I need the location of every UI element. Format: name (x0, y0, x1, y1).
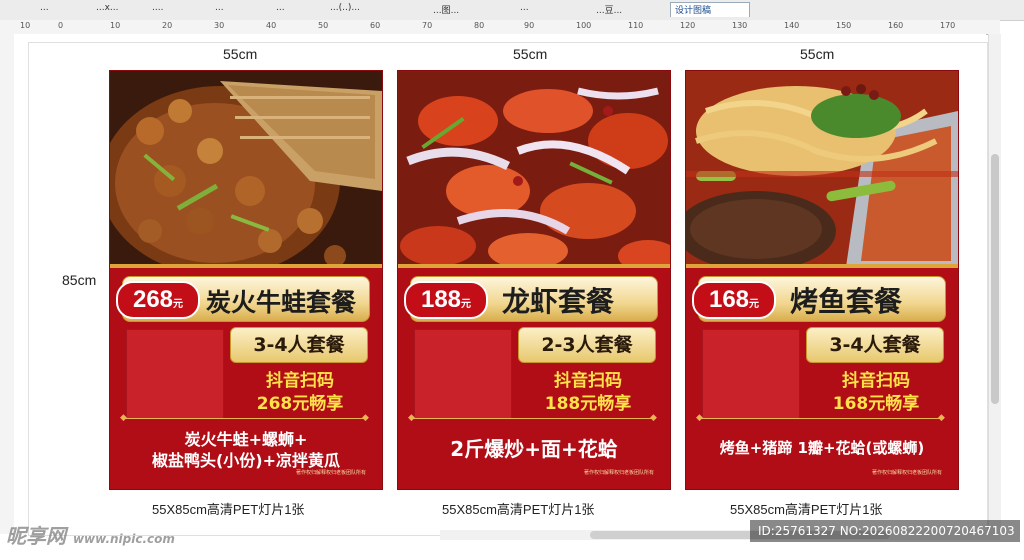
ornament-divider (700, 418, 944, 419)
scan-price-text: 168元畅享 (832, 394, 920, 414)
ruler-number: 100 (576, 21, 592, 30)
poster-caption: 55X85cm高清PET灯片1张 (730, 499, 882, 518)
gold-band (398, 264, 670, 268)
qr-placeholder (414, 329, 512, 419)
scan-text: 抖音扫码 (266, 371, 334, 391)
caption-text: 55X85cm高清PET灯片 (442, 502, 575, 517)
price-unit: 元 (173, 299, 184, 310)
caption-count: 1张 (574, 502, 595, 517)
qr-placeholder (126, 329, 224, 419)
ruler-number: 150 (836, 21, 852, 30)
menu-line: 椒盐鸭头(小份)+凉拌黄瓜 (151, 451, 341, 470)
price-badge: 168元 (692, 281, 776, 319)
document-tab[interactable]: .... (152, 3, 192, 17)
width-dimension-label: 55cm (800, 46, 835, 62)
poster-caption: 55X85cm高清PET灯片1张 (152, 499, 304, 518)
gold-band (110, 264, 382, 268)
menu-line: 烤鱼+猪蹄 1瓣+花蛤(或螺蛳) (719, 439, 925, 457)
ruler-number: 10 (110, 21, 121, 30)
ruler-number: 0 (58, 21, 64, 30)
ruler-number: 120 (680, 21, 696, 30)
ornament-icon: ◆ (650, 413, 657, 423)
document-tab[interactable]: ...豆... (596, 3, 646, 17)
vertical-ruler[interactable] (0, 34, 15, 534)
horizontal-ruler[interactable]: 10 0 10 20 30 40 50 60 70 80 90 100 110 … (0, 20, 1000, 35)
ruler-number: 70 (422, 21, 433, 30)
ruler-number: 50 (318, 21, 329, 30)
document-tab[interactable]: ...图... (433, 3, 473, 17)
caption-text: 55X85cm高清PET灯片 (730, 502, 863, 517)
people-count-pill: 3-4人套餐 (230, 327, 368, 363)
ornament-icon: ◆ (120, 413, 127, 423)
food-photo-crayfish (398, 71, 670, 267)
ornament-divider (124, 418, 368, 419)
qr-placeholder (702, 329, 800, 419)
copyright-note: 著作权归解释权归老板团队所有 (583, 470, 654, 476)
ruler-number: 10 (20, 21, 31, 30)
scan-text: 抖音扫码 (842, 371, 910, 391)
scroll-thumb[interactable] (991, 154, 999, 404)
copyright-note: 著作权归解释权归老板团队所有 (295, 470, 366, 476)
poster-crayfish-set[interactable]: 188元 龙虾套餐 2-3人套餐 抖音扫码 188元畅享 ◆ ◆ 2斤爆炒+面+… (398, 71, 670, 489)
caption-count: 1张 (284, 502, 305, 517)
width-dimension-label: 55cm (223, 46, 258, 62)
document-tab[interactable]: ... (520, 3, 560, 17)
ornament-icon: ◆ (362, 413, 369, 423)
ruler-number: 130 (732, 21, 748, 30)
menu-line: 2斤爆炒+面+花蛤 (450, 437, 618, 461)
caption-count: 1张 (862, 502, 883, 517)
caption-text: 55X85cm高清PET灯片 (152, 502, 285, 517)
document-tab[interactable]: ... (276, 3, 316, 17)
ruler-number: 140 (784, 21, 800, 30)
ruler-number: 40 (266, 21, 277, 30)
poster-grilled-fish-set[interactable]: 168元 烤鱼套餐 3-4人套餐 抖音扫码 168元畅享 ◆ ◆ 烤鱼+猪蹄 1… (686, 71, 958, 489)
ornament-icon: ◆ (938, 413, 945, 423)
price-value: 188 (420, 286, 462, 313)
ruler-number: 90 (524, 21, 535, 30)
scan-price-text: 268元畅享 (256, 394, 344, 414)
watermark-url: www.nipic.com (72, 532, 175, 546)
watermark-id: ID:25761327 NO:20260822200720467103 (750, 520, 1020, 542)
price-unit: 元 (461, 299, 472, 310)
price-value: 268 (132, 286, 174, 313)
scan-price-text: 188元畅享 (544, 394, 632, 414)
set-title: 烤鱼套餐 (790, 285, 903, 318)
vertical-scrollbar[interactable] (988, 34, 1001, 530)
document-tab[interactable]: ... (40, 3, 78, 17)
ruler-number: 170 (940, 21, 956, 30)
scan-text: 抖音扫码 (554, 371, 622, 391)
document-tab-active[interactable]: 设计图稿 (670, 2, 750, 17)
ruler-number: 80 (474, 21, 485, 30)
document-tab[interactable]: ...(..)... (330, 3, 410, 17)
watermark-brand: 昵享网 (6, 524, 66, 548)
watermark-logo: 昵享网 www.nipic.com (6, 520, 175, 549)
ruler-number: 30 (214, 21, 225, 30)
gold-band (686, 264, 958, 268)
ornament-icon: ◆ (408, 413, 415, 423)
set-title: 龙虾套餐 (502, 285, 615, 318)
ruler-number: 20 (162, 21, 173, 30)
width-dimension-label: 55cm (513, 46, 548, 62)
food-photo-frog (110, 71, 382, 267)
height-dimension-label: 85cm (62, 272, 97, 288)
people-count-pill: 3-4人套餐 (806, 327, 944, 363)
document-tab[interactable]: ...x... (96, 3, 136, 17)
ruler-number: 110 (628, 21, 644, 30)
ruler-number: 60 (370, 21, 381, 30)
ornament-icon: ◆ (696, 413, 703, 423)
people-count-pill: 2-3人套餐 (518, 327, 656, 363)
poster-frog-set[interactable]: 268元 炭火牛蛙套餐 3-4人套餐 抖音扫码 268元畅享 ◆ ◆ 炭火牛蛙+… (110, 71, 382, 489)
copyright-note: 著作权归解释权归老板团队所有 (871, 470, 942, 476)
document-tab-bar: ... ...x... .... ... ... ...(..)... ...图… (0, 0, 1024, 21)
price-value: 168 (708, 286, 750, 313)
price-badge: 268元 (116, 281, 200, 319)
ruler-number: 160 (888, 21, 904, 30)
set-title: 炭火牛蛙套餐 (206, 288, 357, 317)
ornament-divider (412, 418, 656, 419)
price-badge: 188元 (404, 281, 488, 319)
document-tab[interactable]: ... (215, 3, 255, 17)
poster-caption: 55X85cm高清PET灯片1张 (442, 499, 594, 518)
food-photo-grilled-fish (686, 71, 958, 267)
price-unit: 元 (749, 299, 760, 310)
